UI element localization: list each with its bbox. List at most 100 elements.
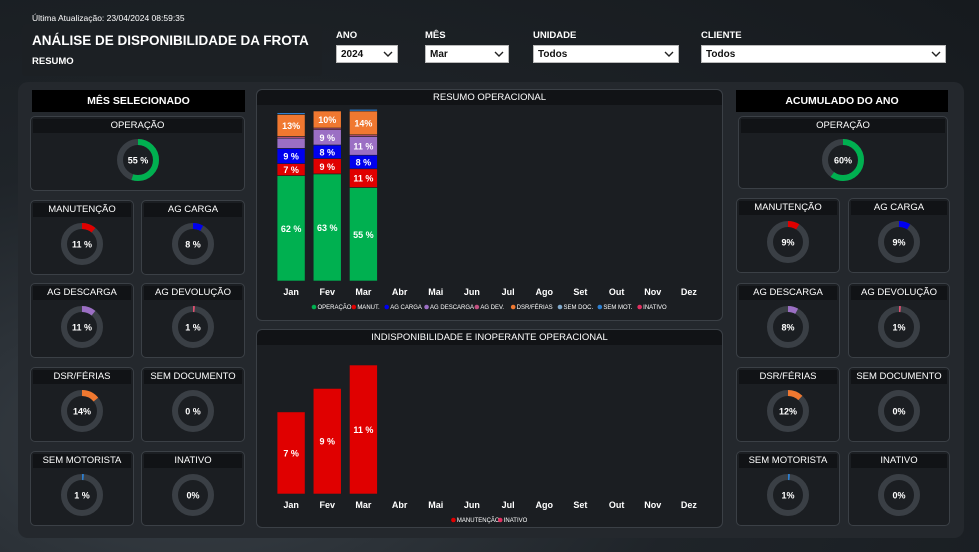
legend-dot [384,304,389,310]
donut-value: 11 % [72,240,92,250]
right-card-ag-devolucao[interactable]: AG DEVOLUÇÃO 1% [848,283,950,358]
right-card-ag-carga[interactable]: AG CARGA 9% [848,198,950,273]
x-tick-label: Mai [428,287,443,297]
donut-value: 1 % [185,323,201,333]
bar-data-label: 9 % [283,152,299,162]
right-card-sem-documento[interactable]: SEM DOCUMENTO 0% [848,367,950,442]
ano-select-value: 2024 [341,49,364,60]
left-card-dsr-ferias[interactable]: DSR/FÉRIAS 14% [30,367,134,442]
bar-segment [276,112,306,115]
legend-label: AG CARGA [390,305,422,311]
x-tick-label: Ago [536,500,554,510]
left-card-manutencao[interactable]: MANUTENÇÃO 11 % [30,200,134,275]
unidade-select[interactable]: Todos [533,45,679,63]
x-tick-label: Mai [428,500,443,510]
resumo-operacional-panel: RESUMO OPERACIONAL 62 % 7 % 9 % 13% Jan 63 % 9… [256,89,723,321]
donut-chart: 60% [822,139,864,181]
donut-value: 9% [892,238,905,248]
filter-unidade-label: UNIDADE [533,30,577,41]
donut-chart: 14% [61,390,103,432]
right-card-inativo[interactable]: INATIVO 0% [848,451,950,526]
chart-title: INDISPONIBILIDADE E INOPERANTE OPERACION… [257,330,722,345]
donut-value: 8 % [185,240,201,250]
selected-month-header: MÊS SELECIONADO [32,90,245,112]
legend-dot [597,304,603,310]
left-card-sem-motorista[interactable]: SEM MOTORISTA 1 % [30,451,134,526]
last-update-text: Última Atualização: 23/04/2024 08:59:35 [32,13,185,23]
card-title: DSR/FÉRIAS [33,370,131,384]
donut-value: 8% [781,323,794,333]
legend-label: SEM DOC. [563,305,593,311]
right-card-dsr-ferias[interactable]: DSR/FÉRIAS 12% [736,367,840,442]
legend-label: AG DESCARGA [430,305,474,311]
right-card-sem-motorista[interactable]: SEM MOTORISTA 1% [736,451,840,526]
legend-label: AG DEV. [480,305,504,311]
top-bar: Última Atualização: 23/04/2024 08:59:35 … [0,0,979,82]
bar-data-label: 63 % [317,223,338,233]
bar-data-label: 55 % [353,230,374,240]
card-title: DSR/FÉRIAS [739,370,837,384]
legend-label: OPERAÇÃO [317,304,351,311]
x-tick-label: Dez [681,500,698,510]
x-tick-label: Jul [502,287,515,297]
bar-data-label: 9 % [319,162,335,172]
mes-select[interactable]: Mar [425,45,509,63]
bar-data-label: 7 % [283,448,299,458]
left-card-inativo[interactable]: INATIVO 0% [141,451,245,526]
card-title: AG DEVOLUÇÃO [851,286,947,300]
x-tick-label: Jun [464,287,480,297]
donut-value: 0% [186,491,199,501]
year-accumulated-header: ACUMULADO DO ANO [736,90,948,112]
title-box: ANÁLISE DE DISPONIBILIDADE DA FROTA RESU… [22,24,322,76]
legend-label: SEM MOT. [603,305,632,311]
left-card-ag-descarga[interactable]: AG DESCARGA 11 % [30,283,134,358]
mes-select-value: Mar [430,49,448,60]
donut-value: 60% [834,156,852,166]
cliente-select[interactable]: Todos [701,45,946,63]
x-tick-label: Ago [536,287,554,297]
left-card-ag-carga[interactable]: AG CARGA 8 % [141,200,245,275]
bar-data-label: 11 % [353,174,373,184]
legend-label: INATIVO [504,518,528,524]
bar-data-label: 8 % [319,147,335,157]
right-card-operacao[interactable]: OPERAÇÃO 60% [738,116,948,189]
x-tick-label: Abr [392,500,408,510]
left-card-sem-documento[interactable]: SEM DOCUMENTO 0 % [141,367,245,442]
legend-label: DSR/FÉRIAS [517,304,553,311]
filter-cliente: CLIENTE Todos [701,30,946,63]
page-subtitle: RESUMO [32,56,74,67]
card-title: AG DESCARGA [33,286,131,300]
bar-segment [349,109,378,112]
left-card-ag-devolucao[interactable]: AG DEVOLUÇÃO 1 % [141,283,245,358]
resumo-operacional-chart: 62 % 7 % 9 % 13% Jan 63 % 9 % 8 % 9 % 10% Fev 55 % 1… [276,109,698,311]
cliente-select-value: Todos [706,49,736,60]
ano-select[interactable]: 2024 [336,45,398,63]
x-tick-label: Set [573,287,587,297]
donut-chart: 0% [878,474,920,516]
legend-dot [557,304,563,310]
card-title: SEM DOCUMENTO [144,370,242,384]
bar-data-label: 11 % [353,141,373,151]
donut-chart: 8 % [172,223,214,265]
right-card-manutencao[interactable]: MANUTENÇÃO 9% [736,198,840,273]
legend-dot [497,517,503,523]
legend-dot [424,304,429,310]
x-tick-label: Dez [681,287,698,297]
x-tick-label: Fev [319,287,335,297]
right-card-ag-descarga[interactable]: AG DESCARGA 8% [736,283,840,358]
donut-chart: 1 % [61,474,103,516]
chevron-down-icon [383,51,393,57]
legend-label: INATIVO [643,305,667,311]
x-tick-label: Nov [644,500,661,510]
donut-value: 0% [892,407,905,417]
filter-ano-label: ANO [336,30,358,41]
donut-value: 12% [779,407,797,417]
bar-data-label: 14% [354,118,372,128]
x-tick-label: Nov [644,287,661,297]
x-tick-label: Out [609,500,625,510]
card-title: SEM MOTORISTA [739,454,837,468]
bar-data-label: 11 % [353,425,373,435]
donut-value: 1% [781,491,794,501]
donut-chart: 12% [767,390,809,432]
left-card-operacao[interactable]: OPERAÇÃO 55 % [30,116,245,191]
